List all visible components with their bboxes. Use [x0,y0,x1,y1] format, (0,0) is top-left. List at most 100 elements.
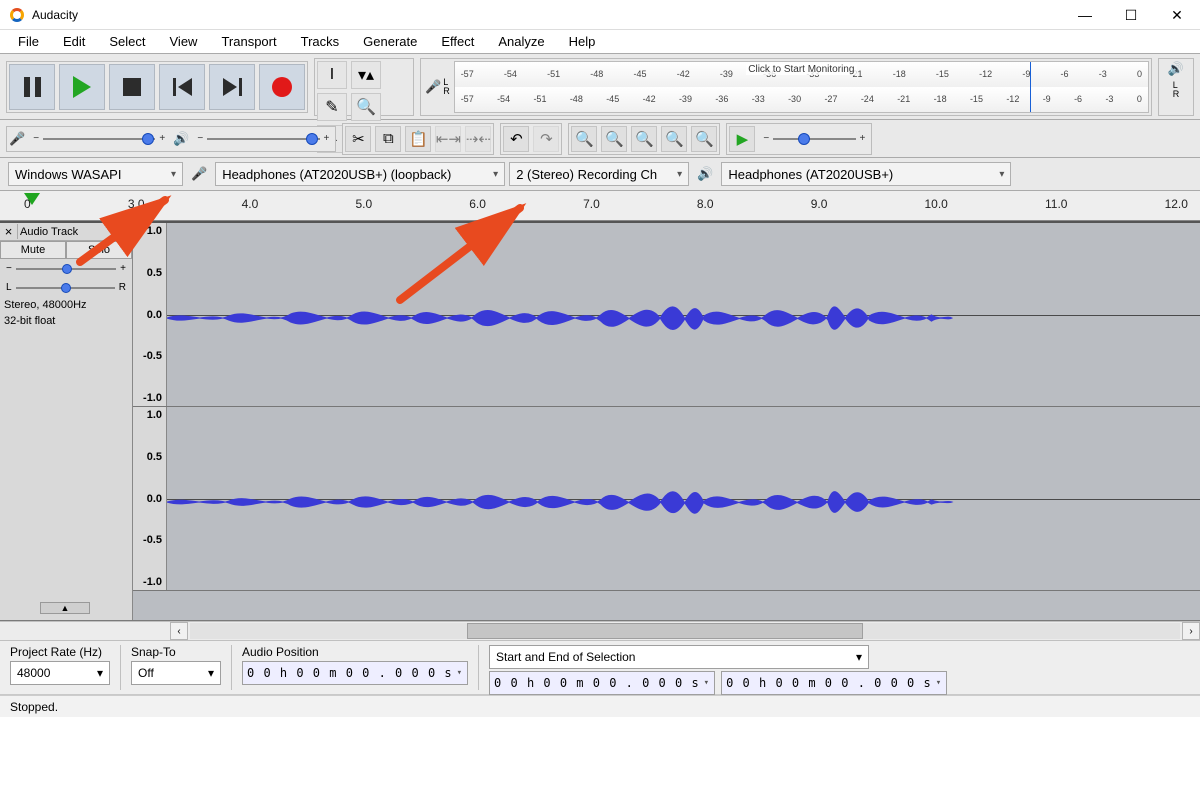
menu-transport[interactable]: Transport [209,32,288,51]
menu-select[interactable]: Select [97,32,157,51]
playback-device-dropdown[interactable]: Headphones (AT2020USB+) ▾ [721,162,1011,186]
track-dropdown-button[interactable]: ▾ [118,224,132,240]
audio-position-label: Audio Position [242,645,468,659]
envelope-tool-button[interactable]: ▾▴ [351,61,381,89]
track-sample-info: 32-bit float [0,313,132,329]
speaker-icon: 🔊 [173,131,189,147]
play-at-speed-slider[interactable]: − + [759,129,869,149]
pause-button[interactable] [9,64,55,110]
cut-button[interactable]: ✂ [345,126,371,152]
track-control-panel[interactable]: × Audio Track ▾ Mute Solo − + L R Stereo… [0,221,133,620]
app-icon [8,6,26,24]
timeline-ruler[interactable]: 0 3.0 4.0 5.0 6.0 7.0 8.0 9.0 10.0 11.0 … [0,191,1200,221]
menu-analyze[interactable]: Analyze [486,32,556,51]
menu-bar: File Edit Select View Transport Tracks G… [0,30,1200,54]
track-format-info: Stereo, 48000Hz [0,297,132,313]
mute-button[interactable]: Mute [0,241,66,259]
audio-host-label: Windows WASAPI [15,167,121,182]
scroll-thumb[interactable] [467,623,863,639]
zoom-toggle-button[interactable]: 🔍 [691,126,717,152]
redo-button[interactable]: ↷ [533,126,559,152]
edit-toolbar: ✂ ⧉ 📋 ⇤⇥ ⇢⇠ [342,123,494,155]
waveform-channel-left[interactable]: 1.0 0.5 0.0 -0.5 -1.0 [133,223,1200,407]
meter-click-message: Click to Start Monitoring [746,64,856,75]
recording-meter[interactable]: -57-54-51 -48-45-42 -39-36-33 Click to S… [454,61,1149,113]
scroll-left-button[interactable]: ‹ [170,622,188,640]
snap-to-label: Snap-To [131,645,221,659]
snap-to-dropdown[interactable]: Off▾ [131,661,221,685]
skip-to-start-button[interactable] [159,64,205,110]
menu-view[interactable]: View [158,32,210,51]
trim-button[interactable]: ⇤⇥ [435,126,461,152]
playback-meter-toolbar-icon: 🔊 LR [1158,58,1194,116]
menu-help[interactable]: Help [557,32,608,51]
recording-channels-dropdown[interactable]: 2 (Stereo) Recording Ch ▾ [509,162,689,186]
selection-tool-button[interactable]: I [317,61,347,89]
horizontal-scrollbar[interactable]: ‹ › [0,621,1200,641]
window-title: Audacity [32,8,78,22]
fit-project-button[interactable]: 🔍 [661,126,687,152]
amplitude-scale: 1.0 0.5 0.0 -0.5 -1.0 [133,223,167,406]
speaker-icon: 🔊 [1168,61,1184,77]
recording-device-label: Headphones (AT2020USB+) (loopback) [222,167,451,182]
window-close-button[interactable]: ✕ [1154,0,1200,30]
chevron-down-icon: ▾ [171,169,176,180]
microphone-icon: 🎤 [187,166,211,182]
menu-tracks[interactable]: Tracks [289,32,352,51]
window-minimize-button[interactable]: — [1062,0,1108,30]
zoom-out-button[interactable]: 🔍 [601,126,627,152]
microphone-icon: 🎤 [9,131,25,147]
selection-end-field[interactable]: 0 0 h 0 0 m 0 0 . 0 0 0 s▾ [721,671,947,695]
audio-position-field[interactable]: 0 0 h 0 0 m 0 0 . 0 0 0 s▾ [242,661,468,685]
recording-volume-slider[interactable]: − + [29,129,169,149]
selection-start-field[interactable]: 0 0 h 0 0 m 0 0 . 0 0 0 s▾ [489,671,715,695]
fit-selection-button[interactable]: 🔍 [631,126,657,152]
selection-mode-dropdown[interactable]: Start and End of Selection▾ [489,645,869,669]
mixer-toolbar: 🎤 − + 🔊 − + [6,126,336,152]
playback-volume-slider[interactable]: − + [193,129,333,149]
speaker-icon: 🔊 [693,166,717,182]
waveform-channel-right[interactable]: 1.0 0.5 0.0 -0.5 -1.0 [133,407,1200,591]
copy-button[interactable]: ⧉ [375,126,401,152]
amplitude-scale: 1.0 0.5 0.0 -0.5 -1.0 [133,407,167,590]
playback-device-label: Headphones (AT2020USB+) [728,167,893,182]
microphone-icon: 🎤 [425,79,441,95]
menu-effect[interactable]: Effect [429,32,486,51]
play-at-speed-button[interactable]: ▶ [729,126,755,152]
pan-slider[interactable] [16,287,115,289]
recording-channels-label: 2 (Stereo) Recording Ch [516,167,657,182]
chevron-down-icon: ▾ [999,169,1004,180]
skip-to-end-button[interactable] [209,64,255,110]
undo-toolbar: ↶ ↷ [500,123,562,155]
paste-button[interactable]: 📋 [405,126,431,152]
zoom-toolbar: 🔍 🔍 🔍 🔍 🔍 [568,123,720,155]
menu-file[interactable]: File [6,32,51,51]
play-button[interactable] [59,64,105,110]
undo-button[interactable]: ↶ [503,126,529,152]
solo-button[interactable]: Solo [66,241,132,259]
project-rate-label: Project Rate (Hz) [10,645,110,659]
track-name[interactable]: Audio Track [18,226,118,238]
menu-generate[interactable]: Generate [351,32,429,51]
scroll-right-button[interactable]: › [1182,622,1200,640]
record-button[interactable] [259,64,305,110]
silence-button[interactable]: ⇢⇠ [465,126,491,152]
tools-toolbar: I ▾▴ ✎ 🔍 ↔ ✳ [314,58,414,116]
track-collapse-button[interactable]: ▲ [40,602,90,614]
recording-meter-toolbar: 🎤 LR -57-54-51 -48-45-42 -39-36-33 Click… [420,58,1152,116]
project-rate-dropdown[interactable]: 48000▾ [10,661,110,685]
transcription-toolbar: ▶ − + [726,123,872,155]
track-close-button[interactable]: × [0,224,18,239]
status-text: Stopped. [10,700,58,714]
transport-toolbar [6,61,308,113]
recording-device-dropdown[interactable]: Headphones (AT2020USB+) (loopback) ▾ [215,162,505,186]
window-maximize-button[interactable]: ☐ [1108,0,1154,30]
zoom-in-button[interactable]: 🔍 [571,126,597,152]
draw-tool-button[interactable]: ✎ [317,93,347,121]
audio-host-dropdown[interactable]: Windows WASAPI ▾ [8,162,183,186]
zoom-tool-button[interactable]: 🔍 [351,93,381,121]
chevron-down-icon: ▾ [493,169,498,180]
menu-edit[interactable]: Edit [51,32,97,51]
stop-button[interactable] [109,64,155,110]
gain-slider[interactable] [16,268,116,270]
